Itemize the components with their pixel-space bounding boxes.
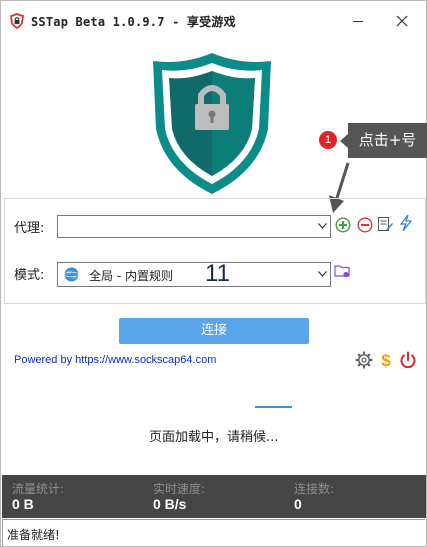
globe-icon [64, 267, 79, 282]
gear-icon[interactable] [355, 351, 373, 369]
status-text: 准备就绪! [7, 528, 60, 542]
chevron-down-icon [318, 271, 327, 277]
close-button[interactable] [387, 9, 417, 35]
app-window: SSTap Beta 1.0.9.7 - 享受游戏 1 点击+号 代理: 模式:… [0, 0, 427, 547]
loading-text: 页面加载中，请稍候... [149, 430, 279, 445]
dollar-icon[interactable]: $ [377, 351, 395, 369]
tooltip-hint: 点击+号 [340, 123, 427, 158]
minimize-icon [353, 21, 363, 22]
power-icon[interactable] [399, 351, 417, 369]
add-icon[interactable] [335, 217, 351, 233]
svg-text:$: $ [381, 351, 391, 369]
speed-value: 0 B/s [153, 496, 187, 512]
status-bar: 准备就绪! [2, 519, 425, 546]
minimize-button[interactable] [343, 9, 373, 35]
connect-button[interactable]: 连接 [119, 318, 309, 344]
stats-bar: 流量统计: 0 B 实时速度: 0 B/s 连接数: 0 [2, 475, 426, 518]
flash-icon[interactable] [398, 215, 414, 231]
tooltip-step-badge: 1 [319, 131, 337, 149]
shield-lock-icon [153, 53, 271, 194]
mode-label: 模式: [14, 268, 45, 283]
powered-by-link[interactable]: Powered by https://www.sockscap64.com [14, 354, 216, 366]
folder-settings-icon[interactable] [334, 263, 350, 279]
window-title: SSTap Beta 1.0.9.7 - 享受游戏 [31, 15, 236, 29]
proxy-mode-panel [4, 198, 426, 304]
proxy-select[interactable] [57, 215, 331, 238]
mode-value: 全局 - 内置规则 [89, 269, 173, 283]
mode-select[interactable]: 全局 - 内置规则 11 [57, 260, 331, 287]
loading-progress [255, 406, 292, 408]
traffic-label: 流量统计: [12, 482, 65, 496]
app-shield-icon [10, 13, 24, 29]
traffic-value: 0 B [12, 496, 34, 512]
connections-label: 连接数: [294, 482, 335, 496]
remove-icon[interactable] [357, 217, 373, 233]
edit-icon[interactable] [377, 216, 393, 232]
connections-value: 0 [294, 496, 302, 512]
chevron-down-icon [318, 223, 327, 229]
mode-overlay-number: 11 [205, 260, 230, 287]
proxy-label: 代理: [14, 221, 45, 236]
speed-label: 实时速度: [153, 482, 206, 496]
close-icon [396, 15, 408, 27]
title-bar[interactable]: SSTap Beta 1.0.9.7 - 享受游戏 [1, 1, 426, 41]
